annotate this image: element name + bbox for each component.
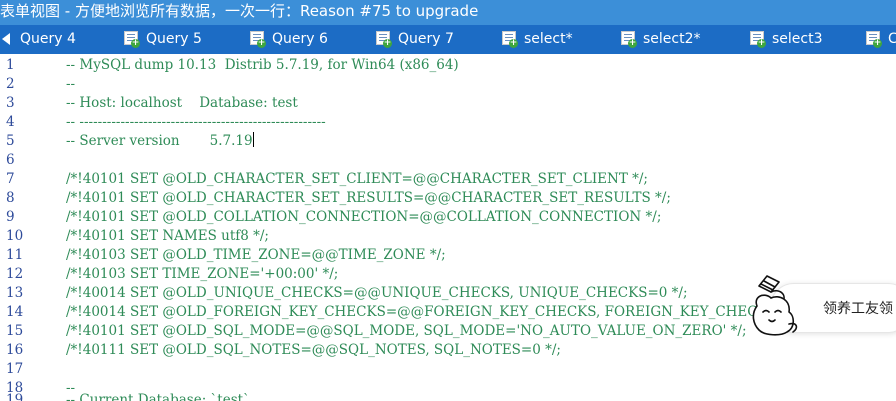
- tab-label: select3: [772, 31, 823, 47]
- code-text: /*!40101 SET NAMES utf8 */;: [66, 228, 269, 244]
- code-line: 3 -- Host: localhost Database: test: [0, 94, 896, 113]
- tab-overflow[interactable]: C: [866, 25, 896, 54]
- tab-label: Query 6: [272, 31, 328, 47]
- line-number: 1: [6, 57, 15, 73]
- query-tab-icon: [750, 31, 766, 48]
- tab-query-4[interactable]: Query 4: [20, 25, 76, 54]
- query-tab-bar: Query 4 Query 5 Query 6 Query 7 select* …: [0, 25, 896, 54]
- line-number: 12: [6, 266, 24, 282]
- code-text: /*!40111 SET @OLD_SQL_NOTES=@@SQL_NOTES,…: [66, 342, 561, 358]
- code-line: 17: [0, 360, 896, 379]
- back-arrow-icon[interactable]: [2, 33, 10, 45]
- code-line: 10 /*!40101 SET NAMES utf8 */;: [0, 227, 896, 246]
- tab-label: Query 7: [398, 31, 454, 47]
- text-cursor: [252, 132, 254, 147]
- line-number: 7: [6, 171, 15, 187]
- line-number: 14: [6, 304, 24, 320]
- line-number: 16: [6, 342, 24, 358]
- code-text: -- Server version 5.7.19: [66, 133, 253, 149]
- code-line: 7 /*!40101 SET @OLD_CHARACTER_SET_CLIENT=…: [0, 170, 896, 189]
- query-tab-icon: [376, 31, 392, 48]
- line-number: 13: [6, 285, 24, 301]
- code-text: /*!40103 SET @OLD_TIME_ZONE=@@TIME_ZONE …: [66, 247, 446, 263]
- code-line: 9 /*!40101 SET @OLD_COLLATION_CONNECTION=…: [0, 208, 896, 227]
- sql-editor[interactable]: 1 -- MySQL dump 10.13 Distrib 5.7.19, for…: [0, 54, 896, 401]
- code-text: /*!40101 SET @OLD_COLLATION_CONNECTION=@…: [66, 209, 662, 225]
- code-text: --: [66, 76, 76, 92]
- code-text: -- -------------------------------------…: [66, 114, 326, 130]
- line-number: 19: [6, 392, 24, 401]
- code-text: /*!40103 SET TIME_ZONE='+00:00' */;: [66, 266, 339, 282]
- code-text: /*!40101 SET @OLD_SQL_MODE=@@SQL_MODE, S…: [66, 323, 747, 339]
- tab-label: Query 5: [146, 31, 202, 47]
- code-text: /*!40101 SET @OLD_CHARACTER_SET_RESULTS=…: [66, 190, 671, 206]
- tab-query-6[interactable]: Query 6: [250, 25, 328, 54]
- code-text: /*!40014 SET @OLD_FOREIGN_KEY_CHECKS=@@F…: [66, 304, 797, 320]
- code-line: 11 /*!40103 SET @OLD_TIME_ZONE=@@TIME_ZON…: [0, 246, 896, 265]
- code-text: /*!40014 SET @OLD_UNIQUE_CHECKS=@@UNIQUE…: [66, 285, 688, 301]
- query-tab-icon: [621, 31, 637, 48]
- code-text: -- Host: localhost Database: test: [66, 95, 298, 111]
- line-number: 4: [6, 114, 15, 130]
- line-number: 15: [6, 323, 24, 339]
- code-line: 8 /*!40101 SET @OLD_CHARACTER_SET_RESULTS…: [0, 189, 896, 208]
- code-line: 19 -- Current Database: `test`: [0, 391, 896, 401]
- tab-select2[interactable]: select2*: [621, 25, 701, 54]
- line-number: 17: [6, 361, 24, 377]
- rabbit-mascot-icon[interactable]: [745, 272, 803, 344]
- code-line: 2 --: [0, 75, 896, 94]
- code-text: -- Current Database: `test`: [66, 392, 250, 401]
- tab-query-5[interactable]: Query 5: [124, 25, 202, 54]
- tab-select[interactable]: select*: [502, 25, 573, 54]
- line-number: 5: [6, 133, 15, 149]
- query-tab-icon: [502, 31, 518, 48]
- code-line: 1 -- MySQL dump 10.13 Distrib 5.7.19, for…: [0, 56, 896, 75]
- line-number: 8: [6, 190, 15, 206]
- query-tab-icon: [866, 31, 882, 48]
- title-bar: 表单视图 - 方便地浏览所有数据，一次一行：Reason #75 to upgr…: [0, 0, 896, 25]
- query-tab-icon: [124, 31, 140, 48]
- code-text: /*!40101 SET @OLD_CHARACTER_SET_CLIENT=@…: [66, 171, 648, 187]
- line-number: 9: [6, 209, 15, 225]
- tab-label: select*: [524, 31, 573, 47]
- line-number: 6: [6, 152, 15, 168]
- line-number: 2: [6, 76, 15, 92]
- line-number: 11: [6, 247, 24, 263]
- query-tab-icon: [250, 31, 266, 48]
- code-line: 5 -- Server version 5.7.19: [0, 132, 896, 151]
- tab-label: Query 4: [20, 31, 76, 47]
- code-line: 4 -- ------------------------------------…: [0, 113, 896, 132]
- code-line: 6: [0, 151, 896, 170]
- tab-label: select2*: [643, 31, 701, 47]
- window-title: 表单视图 - 方便地浏览所有数据，一次一行：Reason #75 to upgr…: [0, 2, 479, 20]
- tab-query-7[interactable]: Query 7: [376, 25, 454, 54]
- code-text: -- MySQL dump 10.13 Distrib 5.7.19, for …: [66, 57, 459, 73]
- tab-select3[interactable]: select3: [750, 25, 823, 54]
- tab-label: C: [888, 31, 896, 47]
- line-number: 10: [6, 228, 24, 244]
- line-number: 3: [6, 95, 15, 111]
- popup-text: 领养工友领: [823, 301, 893, 317]
